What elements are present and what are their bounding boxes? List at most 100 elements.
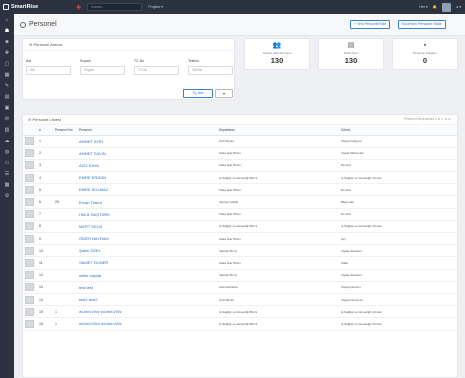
col-photo bbox=[23, 125, 37, 136]
user-menu[interactable]: ● ▾ bbox=[456, 5, 461, 9]
row-personnel-name[interactable]: wUmrLVWz wUmrLVWz bbox=[77, 305, 217, 319]
row-personnel-name[interactable]: test2 test2 bbox=[77, 293, 217, 307]
row-personnel-name[interactable]: EMRE SOLMAZ bbox=[77, 183, 217, 197]
top-search-input[interactable]: Arama... bbox=[87, 3, 143, 11]
brand[interactable]: SmartRise bbox=[0, 4, 56, 10]
add-personnel-button[interactable]: + Yeni Personel Ekle bbox=[350, 20, 391, 29]
file-text-icon[interactable]: ▤ bbox=[0, 91, 14, 102]
col-role[interactable]: Görevi bbox=[339, 125, 457, 136]
avatar bbox=[25, 149, 34, 158]
row-photo bbox=[23, 256, 37, 270]
row-personnel-name[interactable]: EMRE ERGÜN bbox=[77, 171, 217, 185]
row-personnel-name[interactable]: Şahin ÖZEL bbox=[77, 244, 217, 258]
cloud-icon[interactable]: ☁ bbox=[0, 135, 14, 146]
row-personnel-no bbox=[53, 244, 77, 258]
projects-dropdown[interactable]: Projeler ▾ bbox=[148, 5, 163, 9]
notification-icon[interactable]: 🔔 bbox=[433, 5, 437, 9]
row-personnel-name[interactable]: AHMET AYRI bbox=[77, 135, 217, 148]
calendar-icon[interactable]: ▣ bbox=[0, 102, 14, 113]
col-personnel[interactable]: Personel bbox=[77, 125, 217, 136]
row-role: Demirci bbox=[339, 159, 457, 173]
table-row[interactable]: 7 HALİL BAŞTÜRK Kaba İşler Birimi Demirci bbox=[23, 208, 457, 221]
table-row[interactable]: 4 EMRE ERGÜN İş Sağlığı ve Güvenliği Birim… bbox=[23, 171, 457, 185]
table-row[interactable]: 13 test test Administrative Ahşap Demirci bbox=[23, 281, 457, 294]
table-row[interactable]: 6 26 Ercan Turkut Santiye Şefliği Bilgi Lide… bbox=[23, 195, 457, 209]
users-icon[interactable]: ☗ bbox=[0, 25, 14, 36]
col-department[interactable]: Departman bbox=[217, 125, 339, 136]
brand-name: SmartRise bbox=[11, 4, 39, 10]
row-index: 3 bbox=[37, 159, 53, 173]
list-options[interactable]: Personel Seçenekleri ▸ ⚙ ⇪ ⊞ ⊟ bbox=[404, 117, 451, 121]
globe-icon[interactable]: ◍ bbox=[0, 146, 14, 157]
row-index: 2 bbox=[37, 147, 53, 160]
phone-input[interactable]: Telefon bbox=[188, 66, 233, 75]
chart-icon[interactable]: ▦ bbox=[0, 69, 14, 80]
briefcase-icon: ▪ bbox=[423, 42, 427, 49]
row-personnel-name[interactable]: MERT SELVİ bbox=[77, 220, 217, 234]
table-row[interactable]: 2 AHMET SAYIN Kaba İşler Birimi İnşaat Mühe… bbox=[23, 147, 457, 160]
row-personnel-name[interactable]: HALİL BAŞTÜRK bbox=[77, 208, 217, 221]
row-role: Ahşap Kalıpçısı bbox=[339, 135, 457, 148]
table-row[interactable]: 3 AZİZ KAYA Kaba İşler Birimi Demirci bbox=[23, 159, 457, 173]
row-department: Civil Works bbox=[217, 293, 339, 307]
row-department: Kaba İşler Birimi bbox=[217, 232, 339, 246]
row-role: İş Sağlığı ve Güvenliği Uzmanı bbox=[339, 305, 457, 319]
row-personnel-name[interactable]: wUmrLVWz wUmrLVWz bbox=[77, 317, 217, 331]
wrench-icon[interactable]: ✎ bbox=[0, 80, 14, 91]
row-department: Kaba İşler Birimi bbox=[217, 208, 339, 221]
col-index[interactable]: # bbox=[37, 125, 53, 136]
surname-input[interactable]: Soyadı bbox=[80, 66, 125, 75]
row-personnel-name[interactable]: Ercan Turkut bbox=[77, 195, 217, 209]
row-personnel-name[interactable]: selim caydar bbox=[77, 269, 217, 282]
language-dropdown[interactable]: Her ▾ bbox=[419, 5, 427, 9]
avatar bbox=[25, 222, 34, 231]
row-personnel-name[interactable]: SAMET GÜNER bbox=[77, 256, 217, 270]
row-index: 9 bbox=[37, 232, 53, 246]
search-button[interactable]: 🔍 Ara bbox=[183, 89, 213, 98]
table-row[interactable]: 5 EMRE SOLMAZ Kaba İşler Birimi Demirci bbox=[23, 183, 457, 197]
advanced-toggle-button[interactable]: ▾ bbox=[215, 89, 233, 98]
row-personnel-no bbox=[53, 281, 77, 294]
col-personnel-no[interactable]: Personel No bbox=[53, 125, 77, 136]
row-personnel-name[interactable]: test test bbox=[77, 281, 217, 294]
row-personnel-no bbox=[53, 232, 77, 246]
row-photo bbox=[23, 305, 37, 319]
avatar bbox=[25, 137, 34, 146]
table-row[interactable]: 15 1 wUmrLVWz wUmrLVWz İş Sağlığı ve Güvenl… bbox=[23, 305, 457, 319]
user-icon[interactable]: ☻ bbox=[0, 36, 14, 47]
row-personnel-no: 1 bbox=[53, 305, 77, 319]
name-input[interactable]: Adı bbox=[26, 66, 71, 75]
bar-chart-icon[interactable]: ▥ bbox=[0, 124, 14, 135]
table-row[interactable]: 9 ÖMER BAYRAM Kaba İşler Birimi İşçi bbox=[23, 232, 457, 246]
row-photo bbox=[23, 147, 37, 160]
add-icon[interactable]: + bbox=[76, 2, 81, 12]
row-index: 5 bbox=[37, 183, 53, 197]
row-photo bbox=[23, 281, 37, 294]
row-personnel-name[interactable]: ÖMER BAYRAM bbox=[77, 232, 217, 246]
tc-input[interactable]: TC No bbox=[134, 66, 179, 75]
field-label-surname: Soyadı bbox=[80, 59, 91, 63]
building-icon[interactable]: ▩ bbox=[0, 179, 14, 190]
settings-icon[interactable]: ⚙ bbox=[0, 190, 14, 201]
table-row[interactable]: 10 Şahin ÖZEL İdareliş Birimi İnşaat Teknik… bbox=[23, 244, 457, 258]
table-row[interactable]: 16 1 wUmrLVWz wUmrLVWz İş Sağlığı ve Güvenl… bbox=[23, 317, 457, 331]
user-add-icon[interactable]: ✚ bbox=[0, 47, 14, 58]
row-index: 1 bbox=[37, 135, 53, 148]
table-row[interactable]: 1 AHMET AYRI Civil Works Ahşap Kalıpçısı bbox=[23, 135, 457, 148]
table-row[interactable]: 12 selim caydar İdareliş Birimi İnşaat Tekn… bbox=[23, 269, 457, 282]
table-row[interactable]: 8 MERT SELVİ İş Sağlığı ve Güvenliği Birim… bbox=[23, 220, 457, 234]
row-role: İş Sağlığı ve Güvenliği Uzmanı bbox=[339, 317, 457, 331]
table-row[interactable]: 11 SAMET GÜNER Kaba İşler Birimi Kalfa bbox=[23, 256, 457, 270]
file-icon[interactable]: ▢ bbox=[0, 58, 14, 69]
avatar bbox=[25, 319, 34, 328]
list-icon[interactable]: ☰ bbox=[0, 168, 14, 179]
mail-icon[interactable]: ✉ bbox=[0, 113, 14, 124]
monitor-icon[interactable]: ▭ bbox=[0, 157, 14, 168]
user-avatar[interactable] bbox=[442, 2, 452, 12]
excel-import-button[interactable]: Excel'den Personel Yükle bbox=[398, 20, 446, 29]
field-label-name: Adı bbox=[26, 59, 32, 63]
home-icon[interactable]: ⌂ bbox=[0, 14, 14, 25]
row-personnel-name[interactable]: AHMET SAYIN bbox=[77, 147, 217, 160]
table-row[interactable]: 14 test2 test2 Civil Works Ahşap Demircisi bbox=[23, 293, 457, 307]
row-personnel-name[interactable]: AZİZ KAYA bbox=[77, 159, 217, 173]
